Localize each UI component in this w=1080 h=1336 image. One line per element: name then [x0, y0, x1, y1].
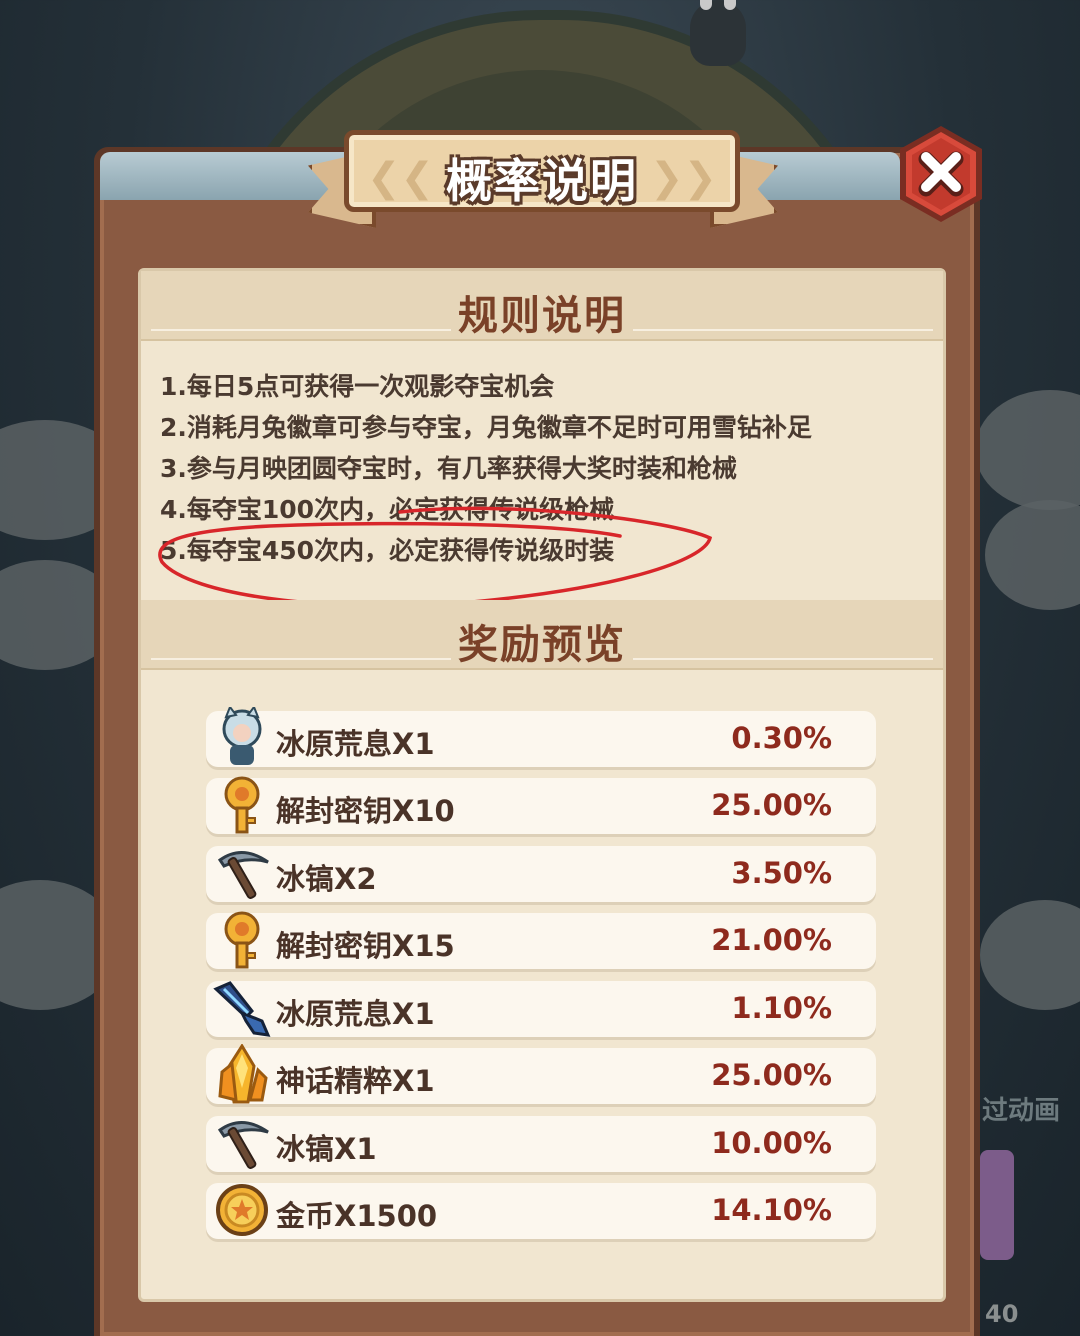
reward-row: 金币X1500 14.10% — [206, 1183, 876, 1239]
reward-probability: 21.00% — [711, 923, 832, 957]
reward-name: 神话精粹X1 — [276, 1064, 435, 1098]
rewards-section-header: 奖励预览 — [141, 600, 943, 670]
dialog-title: 概率说明 — [446, 154, 638, 208]
background-cloud — [985, 500, 1080, 610]
reward-probability: 1.10% — [731, 991, 832, 1025]
rule-item: 5.每夺宝450次内，必定获得传说级时装 — [160, 536, 615, 565]
reward-name: 解封密钥X15 — [276, 929, 455, 963]
reward-name: 解封密钥X10 — [276, 794, 455, 828]
rule-item: 1.每日5点可获得一次观影夺宝机会 — [160, 372, 555, 401]
reward-row: 解封密钥X10 25.00% — [206, 776, 876, 834]
background-item-slot — [980, 1150, 1014, 1260]
reward-row: 解封密钥X15 21.00% — [206, 911, 876, 969]
skip-animation-label[interactable]: 过动画 — [982, 1090, 1060, 1127]
reward-probability: 14.10% — [711, 1193, 832, 1227]
rules-section-header: 规则说明 — [141, 271, 943, 341]
reward-probability: 0.30% — [731, 721, 832, 755]
close-icon — [900, 126, 982, 222]
reward-row: 冰原荒息X1 0.30% — [206, 707, 876, 767]
reward-name: 冰镐X1 — [276, 1132, 377, 1166]
background-cloud — [980, 900, 1080, 1010]
reward-name: 冰镐X2 — [276, 862, 377, 896]
rewards-section-title: 奖励预览 — [458, 622, 626, 668]
crystal-icon — [218, 1044, 268, 1104]
reward-probability: 3.50% — [731, 856, 832, 890]
pickaxe-icon — [217, 1121, 269, 1169]
reward-row: 冰镐X2 3.50% — [206, 846, 876, 902]
background-cloud — [975, 390, 1080, 510]
weapon-icon — [213, 981, 271, 1037]
key-icon — [224, 776, 260, 834]
background-bunny-character — [690, 0, 746, 66]
rules-section-title: 规则说明 — [458, 293, 626, 339]
close-button[interactable] — [894, 122, 988, 226]
rule-item: 2.消耗月兔徽章可参与夺宝，月兔徽章不足时可用雪钻补足 — [160, 413, 812, 442]
reward-name: 金币X1500 — [276, 1199, 438, 1233]
coin-icon — [216, 1184, 268, 1236]
reward-probability: 10.00% — [711, 1126, 832, 1160]
rules-list: 1.每日5点可获得一次观影夺宝机会 2.消耗月兔徽章可参与夺宝，月兔徽章不足时可… — [160, 366, 920, 571]
reward-row: 冰原荒息X1 1.10% — [206, 981, 876, 1037]
reward-name: 冰原荒息X1 — [276, 997, 435, 1031]
reward-probability: 25.00% — [711, 788, 832, 822]
rule-item: 3.参与月映团圆夺宝时，有几率获得大奖时装和枪械 — [160, 454, 737, 483]
reward-name: 冰原荒息X1 — [276, 727, 435, 761]
dialog-title-banner: ❮❮ ❯❯ 概率说明 — [344, 130, 740, 212]
reward-row: 冰镐X1 10.00% — [206, 1116, 876, 1172]
pickaxe-icon — [217, 851, 269, 899]
key-icon — [224, 911, 260, 969]
background-counter: 40 — [985, 1300, 1019, 1328]
reward-row: 神话精粹X1 25.00% — [206, 1044, 876, 1104]
rule-item: 4.每夺宝100次内，必定获得传说级枪械 — [160, 495, 615, 524]
character-skin-icon — [222, 707, 262, 765]
reward-probability: 25.00% — [711, 1058, 832, 1092]
